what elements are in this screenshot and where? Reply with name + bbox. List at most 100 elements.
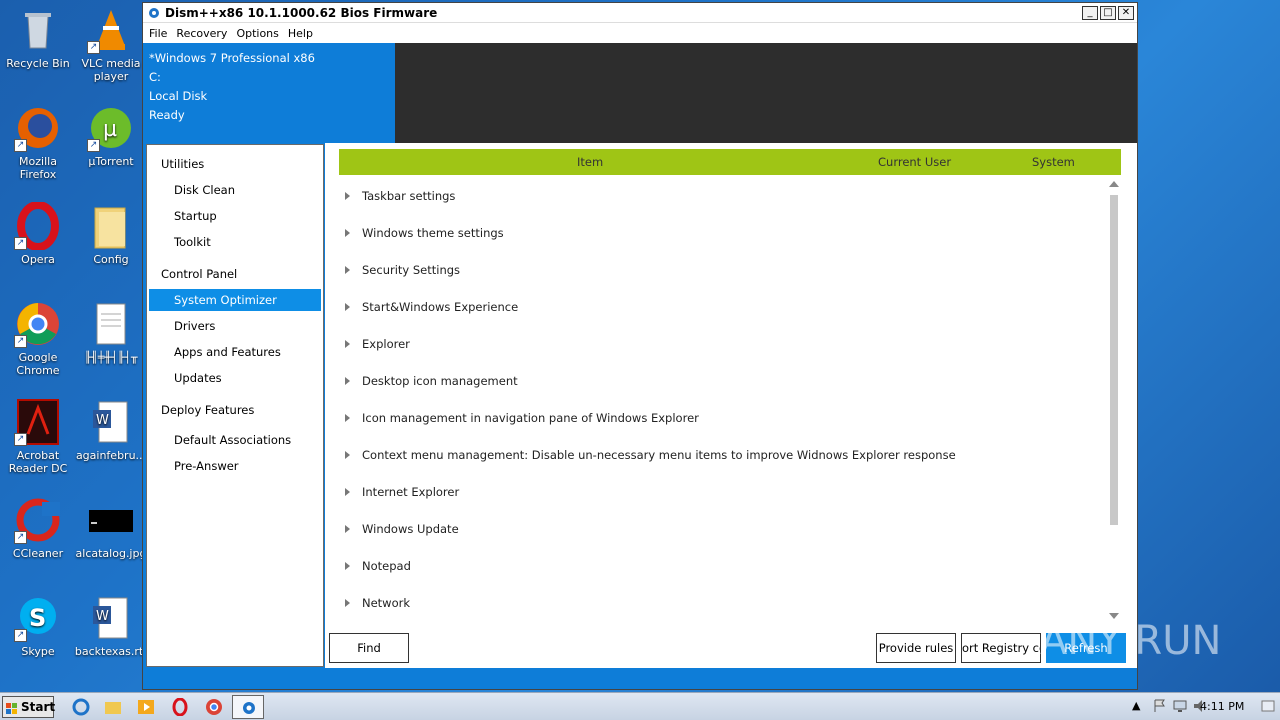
list-item[interactable]: Windows theme settings	[339, 214, 1105, 251]
sidebar-item-pre-answer[interactable]: Pre-Answer	[147, 453, 323, 479]
svg-text:W: W	[96, 609, 109, 624]
expand-arrow-icon[interactable]	[345, 339, 350, 348]
import-registry-button[interactable]: ort Registry co	[961, 633, 1041, 663]
scroll-thumb[interactable]	[1110, 195, 1118, 525]
list-item-label: Icon management in navigation pane of Wi…	[362, 410, 699, 425]
maximize-button[interactable]: □	[1100, 5, 1116, 20]
explorer-folder-icon[interactable]	[104, 698, 122, 716]
desktop-icon-text-file[interactable]: ╟╢╪╫┤╟┤╥	[73, 300, 149, 364]
show-desktop-icon[interactable]	[1260, 698, 1278, 716]
title-bar[interactable]: Dism++x86 10.1.1000.62 Bios Firmware _ □…	[143, 3, 1137, 23]
list-item-label: Windows theme settings	[362, 225, 504, 240]
sidebar-item-startup[interactable]: Startup	[147, 203, 323, 229]
desktop-icon-opera[interactable]: ↗ Opera	[0, 201, 76, 266]
menu-help[interactable]: Help	[288, 27, 313, 40]
sidebar-item-drivers[interactable]: Drivers	[147, 313, 323, 339]
list-item-label: Taskbar settings	[362, 188, 456, 203]
internet-explorer-icon[interactable]	[72, 698, 90, 716]
desktop-icon-label: ╟╢╪╫┤╟┤╥	[84, 351, 138, 364]
desktop-icon-acrobat[interactable]: ↗ Acrobat Reader DC	[0, 398, 76, 475]
desktop-icon-ccleaner[interactable]: ↗ CCleaner	[0, 496, 76, 560]
sidebar-group-utilities[interactable]: Utilities	[147, 151, 323, 177]
desktop-icon-skype[interactable]: S ↗ Skype	[0, 594, 76, 658]
list-item[interactable]: Taskbar settings	[339, 177, 1105, 214]
desktop-icon-vlc[interactable]: ↗ VLC media player	[73, 6, 149, 83]
sidebar-item-disk-clean[interactable]: Disk Clean	[147, 177, 323, 203]
desktop-icon-word-doc[interactable]: W againfebru...	[73, 398, 149, 462]
expand-arrow-icon[interactable]	[345, 524, 350, 533]
expand-arrow-icon[interactable]	[345, 450, 350, 459]
desktop-icon-word-doc-2[interactable]: W backtexas.rtf	[73, 594, 149, 658]
desktop-icon-utorrent[interactable]: µ ↗ µTorrent	[73, 104, 149, 168]
dism-taskbar-button[interactable]	[232, 695, 264, 719]
image-info-panel[interactable]: *Windows 7 Professional x86 C: Local Dis…	[143, 43, 1137, 143]
vlc-icon: ↗	[87, 6, 135, 54]
list-item[interactable]: Start&Windows Experience	[339, 288, 1105, 325]
desktop-icon-firefox[interactable]: ↗ Mozilla Firefox	[0, 104, 76, 181]
sidebar-group-deploy-features[interactable]: Deploy Features	[147, 397, 323, 423]
show-hidden-icons-icon[interactable]: ▲	[1132, 699, 1150, 717]
window-title: Dism++x86 10.1.1000.62 Bios Firmware	[165, 5, 438, 20]
desktop-icon-chrome[interactable]: ↗ Google Chrome	[0, 300, 76, 377]
media-player-icon[interactable]	[137, 698, 155, 716]
opera-taskbar-icon[interactable]	[171, 697, 189, 717]
sidebar-item-system-optimizer[interactable]: System Optimizer	[149, 289, 321, 311]
list-item[interactable]: Network	[339, 584, 1105, 621]
expand-arrow-icon[interactable]	[345, 228, 350, 237]
minimize-button[interactable]: _	[1082, 5, 1098, 20]
expand-arrow-icon[interactable]	[345, 561, 350, 570]
header-empty-area	[395, 43, 1137, 143]
desktop-icon-label: µTorrent	[88, 155, 134, 168]
svg-text:S: S	[29, 604, 46, 632]
expand-arrow-icon[interactable]	[345, 487, 350, 496]
list-item[interactable]: Security Settings	[339, 251, 1105, 288]
skype-icon: S ↗	[14, 594, 62, 642]
column-item[interactable]: Item	[577, 155, 603, 169]
desktop-icon-config[interactable]: Config	[73, 202, 149, 266]
start-label: Start	[21, 700, 56, 714]
find-button[interactable]: Find	[329, 633, 409, 663]
action-center-flag-icon[interactable]	[1152, 698, 1170, 716]
chrome-taskbar-icon[interactable]	[205, 698, 223, 716]
sidebar: Utilities Disk Clean Startup Toolkit Con…	[146, 144, 324, 667]
disk-label: Local Disk	[149, 89, 208, 103]
network-icon[interactable]	[1172, 698, 1190, 716]
list-item[interactable]: Desktop icon management	[339, 362, 1105, 399]
list-item[interactable]: Icon management in navigation pane of Wi…	[339, 399, 1105, 436]
menu-file[interactable]: File	[149, 27, 167, 40]
svg-text:µ: µ	[103, 117, 117, 142]
clock[interactable]: 4:11 PM	[1200, 700, 1244, 713]
expand-arrow-icon[interactable]	[345, 598, 350, 607]
list-item[interactable]: Windows Update	[339, 510, 1105, 547]
expand-arrow-icon[interactable]	[345, 302, 350, 311]
desktop-icon-label: CCleaner	[12, 547, 64, 560]
desktop-icon-recycle-bin[interactable]: Recycle Bin	[0, 6, 76, 70]
scroll-up-arrow-icon[interactable]	[1109, 181, 1119, 187]
start-button[interactable]: Start	[2, 696, 56, 718]
expand-arrow-icon[interactable]	[345, 413, 350, 422]
vertical-scrollbar[interactable]	[1107, 177, 1121, 623]
list-item[interactable]: Explorer	[339, 325, 1105, 362]
menu-recovery[interactable]: Recovery	[176, 27, 227, 40]
column-current-user[interactable]: Current User	[878, 155, 951, 169]
list-item[interactable]: Internet Explorer	[339, 473, 1105, 510]
expand-arrow-icon[interactable]	[345, 265, 350, 274]
windows-logo-icon	[6, 701, 18, 714]
list-item-label: Windows Update	[362, 521, 459, 536]
menu-options[interactable]: Options	[236, 27, 278, 40]
sidebar-group-control-panel[interactable]: Control Panel	[147, 261, 323, 287]
close-button[interactable]: ✕	[1118, 5, 1134, 20]
sidebar-item-toolkit[interactable]: Toolkit	[147, 229, 323, 255]
expand-arrow-icon[interactable]	[345, 376, 350, 385]
expand-arrow-icon[interactable]	[345, 191, 350, 200]
dism-gear-icon	[240, 699, 258, 717]
desktop-icon-image-file[interactable]: alcatalog.jpg	[73, 496, 149, 560]
list-item[interactable]: Context menu management: Disable un-nece…	[339, 436, 1105, 473]
list-item[interactable]: Notepad	[339, 547, 1105, 584]
sidebar-item-updates[interactable]: Updates	[147, 365, 323, 391]
sidebar-item-default-associations[interactable]: Default Associations	[147, 427, 323, 453]
sidebar-item-apps-and-features[interactable]: Apps and Features	[147, 339, 323, 365]
desktop-icon-label: Mozilla Firefox	[19, 155, 57, 181]
column-system[interactable]: System	[1032, 155, 1075, 169]
provide-rules-button[interactable]: Provide rules	[876, 633, 956, 663]
